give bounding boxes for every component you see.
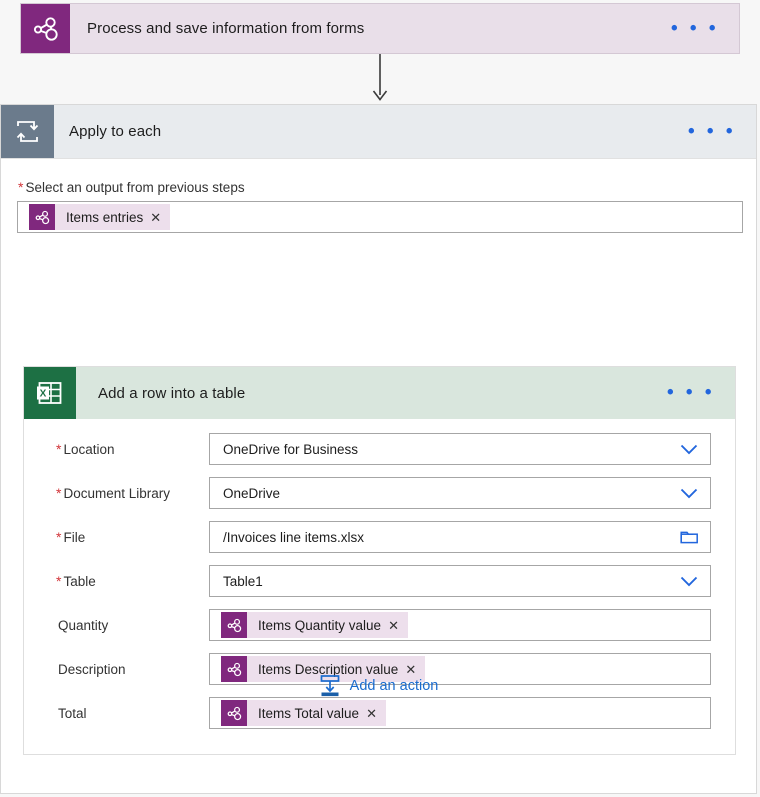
add-action-row: Add an action (1, 674, 756, 698)
field-row-document-library: * Document Library OneDrive (44, 477, 711, 509)
token-remove-button[interactable]: ✕ (150, 211, 170, 224)
document-library-value: OneDrive (223, 485, 281, 501)
forms-molecule-icon (221, 612, 247, 638)
forms-molecule-icon (221, 700, 247, 726)
select-output-label: * Select an output from previous steps (18, 179, 740, 195)
file-input[interactable]: /Invoices line items.xlsx (209, 521, 711, 553)
field-label-text: Total (58, 706, 87, 721)
required-marker: * (56, 441, 62, 457)
chevron-down-icon[interactable] (678, 444, 700, 455)
table-value: Table1 (223, 573, 263, 589)
total-input[interactable]: Items Total value ✕ (209, 697, 711, 729)
select-output-label-text: Select an output from previous steps (25, 180, 245, 195)
trigger-title: Process and save information from forms (87, 20, 365, 37)
token-chip-items-entries[interactable]: Items entries ✕ (29, 204, 171, 230)
field-label-text: Location (63, 442, 115, 457)
add-row-action-title: Add a row into a table (98, 384, 246, 402)
apply-to-each-menu-button[interactable]: • • • (688, 122, 756, 141)
field-label-file: * File (44, 529, 209, 545)
trigger-card[interactable]: Process and save information from forms … (20, 3, 740, 54)
field-label-text: Document Library (63, 486, 170, 501)
token-label: Items Total value (258, 705, 360, 721)
quantity-input[interactable]: Items Quantity value ✕ (209, 609, 711, 641)
apply-to-each-title: Apply to each (69, 123, 162, 140)
required-marker: * (56, 529, 62, 545)
field-label-document-library: * Document Library (44, 485, 209, 501)
token-label: Items Quantity value (258, 617, 382, 633)
table-dropdown[interactable]: Table1 (209, 565, 711, 597)
token-chip-items-total-value[interactable]: Items Total value ✕ (221, 700, 386, 726)
add-row-action-header[interactable]: X Add a row into a table • • • (24, 367, 735, 419)
token-label: Items entries (66, 209, 144, 225)
connector-arrow (372, 54, 388, 104)
file-value: /Invoices line items.xlsx (223, 529, 365, 545)
add-an-action-label: Add an action (349, 678, 439, 694)
forms-molecule-icon (21, 4, 70, 53)
required-marker: * (56, 573, 62, 589)
field-row-location: * Location OneDrive for Business (44, 433, 711, 465)
folder-icon[interactable] (678, 529, 700, 545)
field-row-quantity: Quantity Items Quantity value ✕ (44, 609, 711, 641)
field-label-total: Total (44, 705, 209, 721)
required-marker: * (56, 485, 62, 501)
svg-text:X: X (40, 388, 47, 399)
apply-to-each-body: * Select an output from previous steps It… (1, 179, 756, 233)
token-remove-button[interactable]: ✕ (366, 707, 386, 720)
required-marker: * (18, 179, 24, 195)
apply-to-each-header[interactable]: Apply to each • • • (1, 105, 756, 159)
field-label-text: File (63, 530, 86, 545)
field-label-quantity: Quantity (44, 617, 209, 633)
field-label-table: * Table (44, 573, 209, 589)
apply-to-each-card: Apply to each • • • * Select an output fr… (0, 104, 757, 794)
add-row-action-menu-button[interactable]: • • • (667, 383, 735, 402)
select-output-input[interactable]: Items entries ✕ (17, 201, 743, 233)
location-dropdown[interactable]: OneDrive for Business (209, 433, 711, 465)
document-library-dropdown[interactable]: OneDrive (209, 477, 711, 509)
field-label-text: Table (63, 574, 96, 589)
field-row-file: * File /Invoices line items.xlsx (44, 521, 711, 553)
trigger-menu-button[interactable]: • • • (671, 19, 739, 38)
chevron-down-icon[interactable] (678, 576, 700, 587)
excel-table-icon: X (24, 367, 76, 419)
field-row-total: Total Items Total value ✕ (44, 697, 711, 729)
field-row-table: * Table Table1 (44, 565, 711, 597)
field-label-text: Quantity (58, 618, 109, 633)
insert-below-icon (319, 674, 341, 698)
token-chip-items-quantity-value[interactable]: Items Quantity value ✕ (221, 612, 408, 638)
forms-molecule-icon (29, 204, 55, 230)
add-an-action-button[interactable]: Add an action (319, 674, 439, 698)
location-value: OneDrive for Business (223, 441, 359, 457)
token-remove-button[interactable]: ✕ (388, 619, 408, 632)
loop-repeat-icon (1, 105, 54, 158)
field-label-location: * Location (44, 441, 209, 457)
chevron-down-icon[interactable] (678, 488, 700, 499)
